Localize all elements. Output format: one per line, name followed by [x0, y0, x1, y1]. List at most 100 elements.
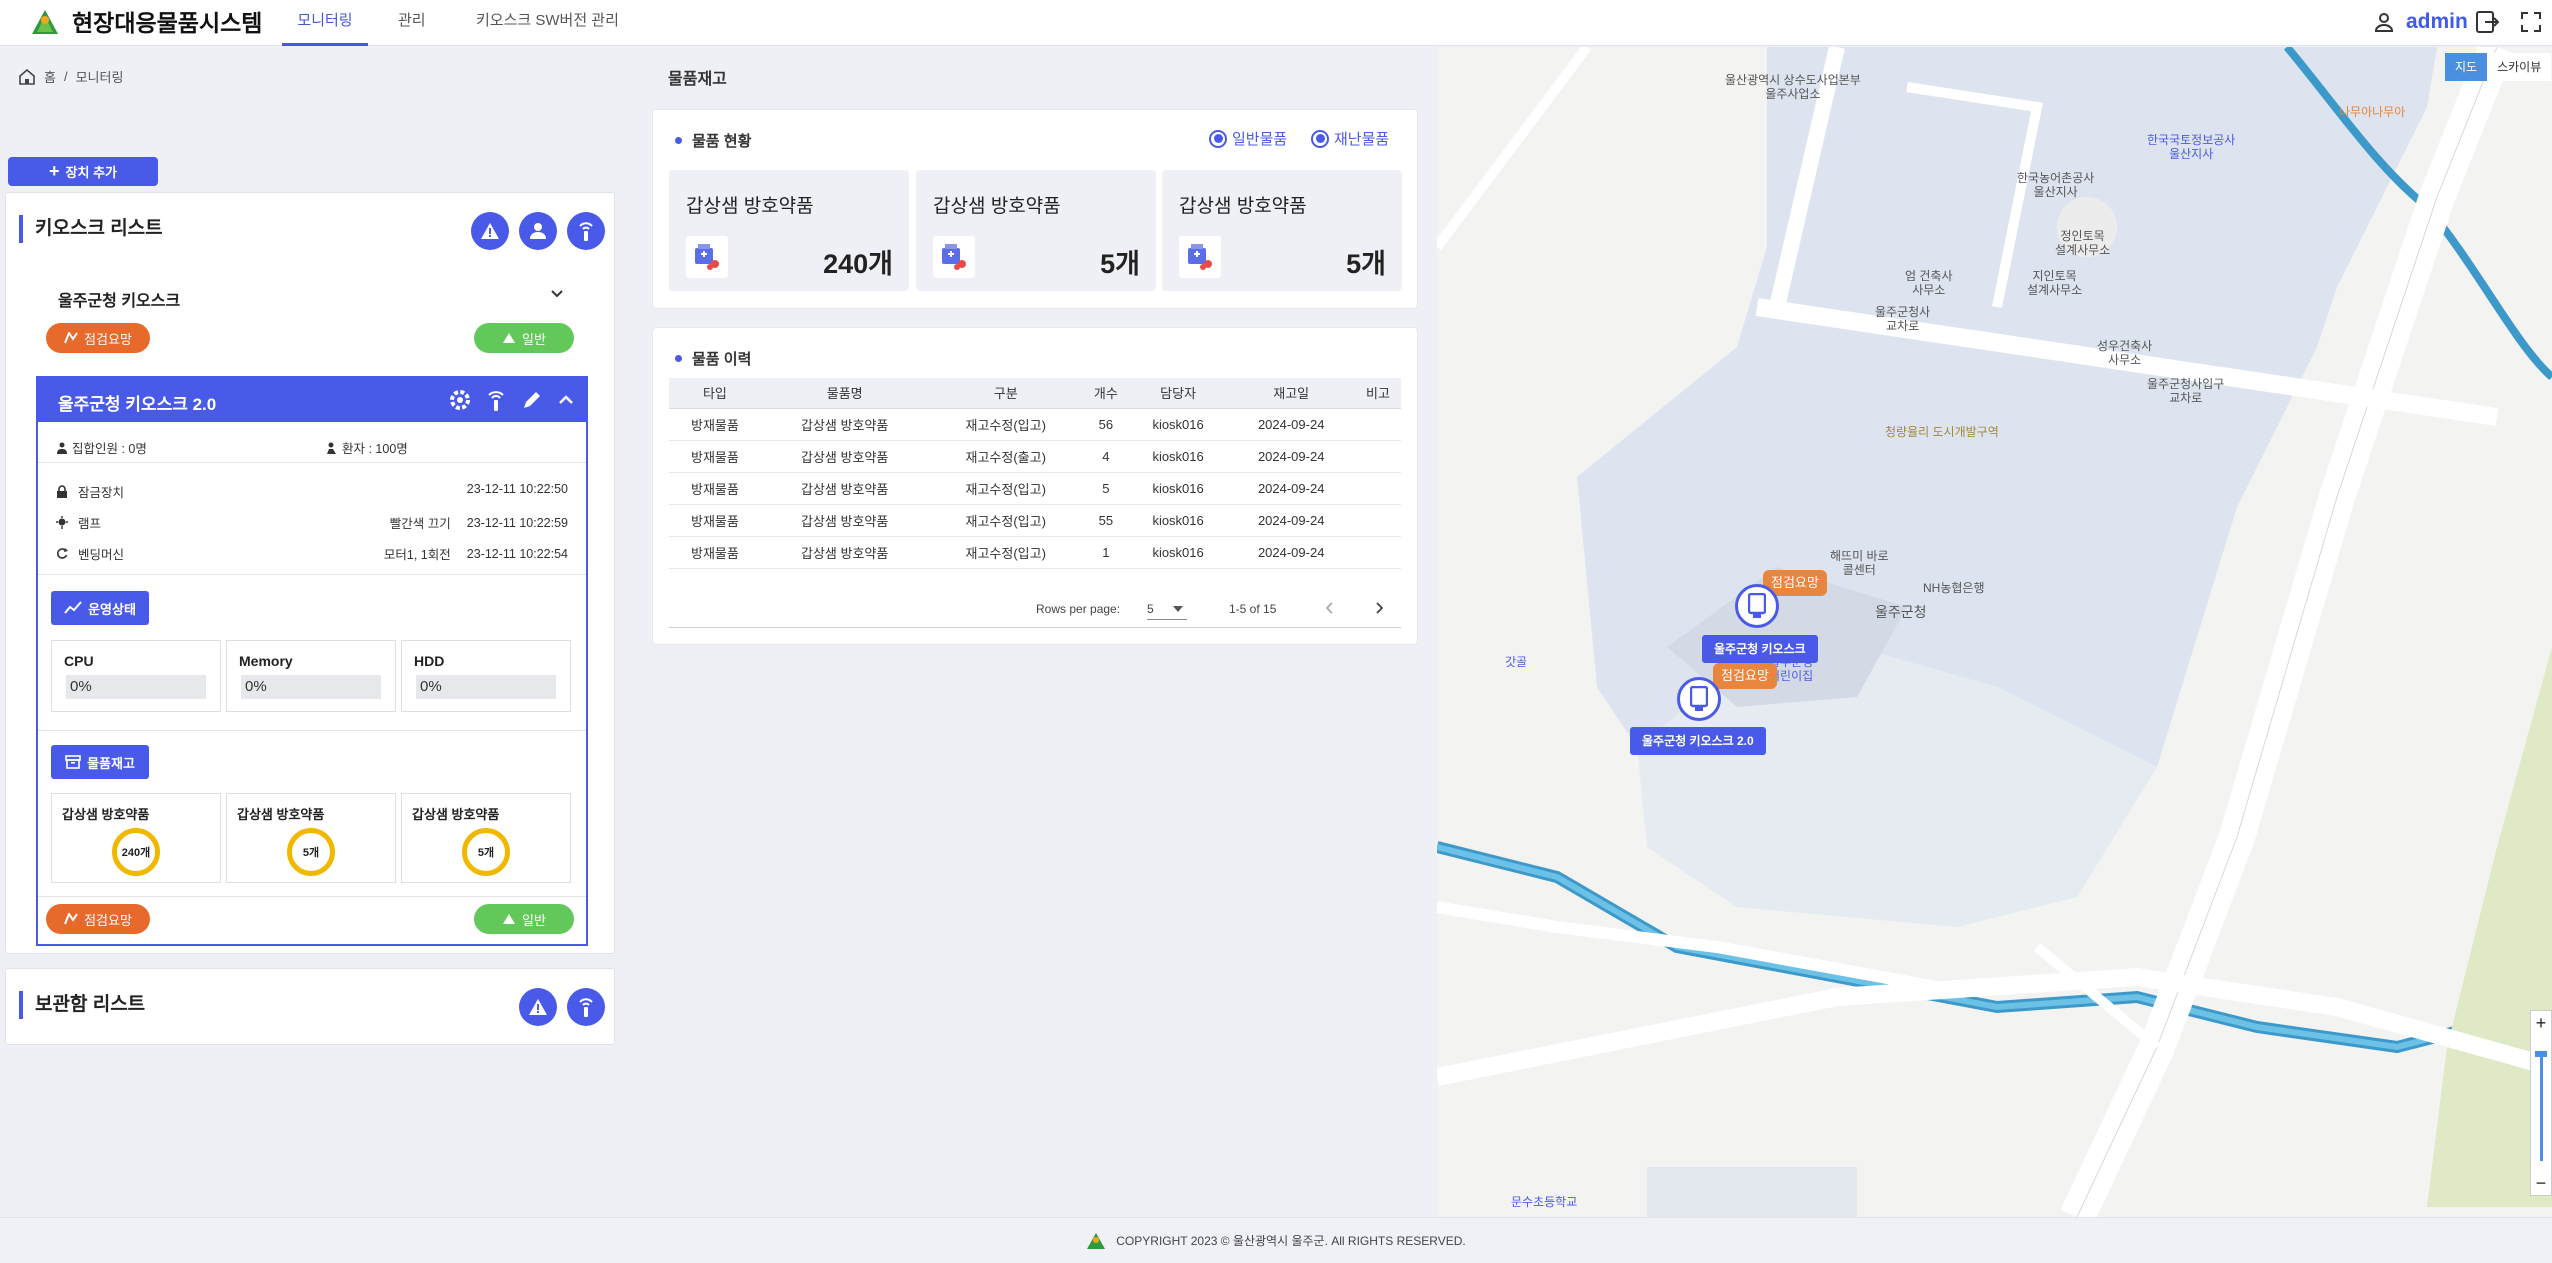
- bullet-icon: [675, 355, 682, 362]
- stock-quantity: 240개: [823, 249, 893, 279]
- signal-icon: [579, 222, 593, 241]
- cpu-metric: CPU 0%: [51, 640, 221, 712]
- fullscreen-icon[interactable]: [2520, 11, 2542, 33]
- map-label: 울주군청: [1875, 604, 1927, 620]
- left-panel: 홈 / 모니터링 + 장치 추가 키오스크 리스트 울주군청 키오스크 점검요망…: [0, 47, 636, 1217]
- kiosk-filter-button[interactable]: [567, 212, 605, 250]
- chevron-up-icon[interactable]: [554, 388, 578, 412]
- signal-icon[interactable]: [484, 388, 508, 412]
- table-row[interactable]: 방재물품 갑상샘 방호약품 재고수정(입고) 5 kiosk016 2024-0…: [669, 472, 1401, 505]
- lamp-time: 23-12-11 10:22:59: [466, 515, 568, 530]
- chevron-left-icon[interactable]: [1323, 601, 1337, 615]
- map-type-map[interactable]: 지도: [2445, 53, 2488, 81]
- breadcrumb-home[interactable]: 홈: [44, 67, 56, 86]
- zoom-handle[interactable]: [2535, 1051, 2547, 1057]
- kiosk-marker[interactable]: [1735, 584, 1779, 628]
- zoom-in-button[interactable]: +: [2531, 1011, 2551, 1035]
- kiosk-name[interactable]: 울주군청 키오스크: [58, 287, 180, 311]
- caret-down-icon: [1173, 606, 1183, 612]
- table-row[interactable]: 방재물품 갑상샘 방호약품 재고수정(입고) 55 kiosk016 2024-…: [669, 504, 1401, 537]
- kiosk-marker[interactable]: [1677, 677, 1721, 721]
- zoom-slider[interactable]: [2540, 1051, 2543, 1161]
- cell-item: 갑상샘 방호약품: [760, 408, 929, 441]
- signal-icon: [579, 998, 593, 1017]
- inventory-button[interactable]: 물품재고: [51, 745, 149, 779]
- table-row[interactable]: 방재물품 갑상샘 방호약품 재고수정(입고) 56 kiosk016 2024-…: [669, 408, 1401, 441]
- chevron-right-icon[interactable]: [1372, 601, 1386, 615]
- cell-note: [1355, 472, 1401, 505]
- cell-count: 1: [1082, 536, 1129, 569]
- map-view[interactable]: 울산광역시 상수도사업본부 울주사업소 한국농어촌공사 울산지사 한국국토정보공사 울…: [1437, 47, 2552, 1217]
- zoom-out-button[interactable]: −: [2531, 1171, 2551, 1195]
- stock-name: 갑상샘 방호약품: [412, 807, 500, 822]
- breadcrumb: 홈 / 모니터링: [18, 67, 123, 86]
- kiosk-list-title: 키오스크 리스트: [19, 215, 163, 243]
- cell-date: 2024-09-24: [1227, 504, 1356, 537]
- copyright-text: COPYRIGHT 2023 © 울산광역시 울주군. All RIGHTS R…: [1116, 1234, 1466, 1248]
- inventory-status-card: 물품 현황 일반물품 재난물품 갑상샘 방호약품 240개 갑상샘 방호약품 5…: [652, 109, 1418, 309]
- person-filter-button[interactable]: [519, 212, 557, 250]
- column-header[interactable]: 개수: [1082, 378, 1129, 409]
- cell-count: 4: [1082, 440, 1129, 473]
- lock-status-label: 잠금장치: [56, 482, 124, 501]
- person-icon: [530, 223, 546, 239]
- stock-item: 갑상샘 방호약품 5개: [226, 793, 396, 883]
- warning-filter-button[interactable]: [519, 988, 557, 1026]
- pencil-icon[interactable]: [520, 388, 544, 412]
- table-row[interactable]: 방재물품 갑상샘 방호약품 재고수정(출고) 4 kiosk016 2024-0…: [669, 440, 1401, 473]
- warning-filter-button[interactable]: [471, 212, 509, 250]
- stock-card: 갑상샘 방호약품 5개: [916, 170, 1156, 291]
- gear-icon[interactable]: [448, 388, 472, 412]
- inspection-needed-badge[interactable]: 점검요망: [46, 904, 150, 934]
- column-header[interactable]: 구분: [928, 378, 1083, 409]
- radio-general[interactable]: 일반물품: [1209, 128, 1287, 149]
- trend-icon: [64, 601, 82, 614]
- pagination: Rows per page: 5 1-5 of 15: [669, 588, 1401, 628]
- column-header[interactable]: 물품명: [760, 378, 929, 409]
- normal-status-badge[interactable]: 일반: [474, 323, 574, 353]
- map-base: [1437, 47, 2552, 1217]
- add-device-button[interactable]: + 장치 추가: [8, 157, 158, 186]
- vending-label: 벤딩머신: [78, 548, 125, 562]
- rows-per-page-select[interactable]: 5: [1147, 596, 1187, 620]
- user-name[interactable]: admin: [2406, 8, 2468, 36]
- column-header[interactable]: 타입: [669, 378, 761, 409]
- operation-status-button[interactable]: 운영상태: [51, 591, 149, 625]
- locker-filter-button[interactable]: [567, 988, 605, 1026]
- cell-note: [1355, 408, 1401, 441]
- column-header[interactable]: 비고: [1355, 378, 1401, 409]
- map-type-skyview[interactable]: 스카이뷰: [2487, 53, 2552, 81]
- radio-circle-icon: [1209, 129, 1227, 148]
- cell-note: [1355, 504, 1401, 537]
- stock-name: 갑상샘 방호약품: [933, 196, 1061, 217]
- column-header[interactable]: 재고일: [1227, 378, 1356, 409]
- stock-card: 갑상샘 방호약품 5개: [1162, 170, 1402, 291]
- tab-monitoring[interactable]: 모니터링: [282, 0, 368, 46]
- tab-admin[interactable]: 관리: [398, 0, 426, 46]
- cell-manager: kiosk016: [1128, 472, 1228, 505]
- cell-category: 재고수정(출고): [928, 440, 1083, 473]
- kiosk-marker-label[interactable]: 울주군청 키오스크: [1702, 635, 1818, 663]
- normal-status-badge[interactable]: 일반: [474, 904, 574, 934]
- divider: [38, 730, 586, 731]
- kiosk-detail-header: 울주군청 키오스크 2.0: [38, 378, 586, 422]
- logout-icon[interactable]: [2474, 9, 2500, 35]
- table-header-row: 타입 물품명 구분 개수 담당자 재고일 비고: [669, 378, 1401, 409]
- metric-value: 0%: [241, 675, 381, 699]
- locker-list-title: 보관함 리스트: [19, 991, 145, 1019]
- radio-general-label: 일반물품: [1232, 131, 1288, 148]
- badge-label: 점검요망: [84, 912, 132, 928]
- tab-kiosk-sw-version[interactable]: 키오스크 SW버전 관리: [476, 0, 619, 46]
- cell-date: 2024-09-24: [1227, 440, 1356, 473]
- map-label: 청량율리 도시개발구역: [1885, 425, 1999, 439]
- radio-disaster[interactable]: 재난물품: [1311, 128, 1389, 149]
- user-icon[interactable]: [2372, 10, 2396, 34]
- inspection-needed-badge[interactable]: 점검요망: [46, 323, 150, 353]
- table-row[interactable]: 방재물품 갑상샘 방호약품 재고수정(입고) 1 kiosk016 2024-0…: [669, 536, 1401, 569]
- kiosk-marker-label[interactable]: 울주군청 키오스크 2.0: [1630, 727, 1766, 755]
- column-header[interactable]: 담당자: [1128, 378, 1228, 409]
- chevron-down-icon[interactable]: [550, 289, 564, 299]
- badge-label: 점검요망: [84, 331, 132, 347]
- home-icon[interactable]: [18, 68, 36, 86]
- cell-date: 2024-09-24: [1227, 408, 1356, 441]
